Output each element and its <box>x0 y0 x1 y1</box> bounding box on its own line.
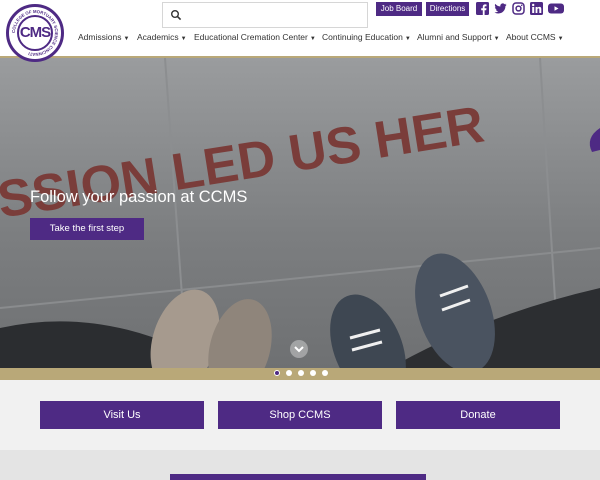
pavement-joint <box>0 247 600 309</box>
linkedin-icon[interactable] <box>530 2 543 15</box>
hero-carousel[interactable]: SSION LED US HER Follow your passion at … <box>0 58 600 380</box>
purple-flourish <box>589 128 600 152</box>
take-first-step-button[interactable]: Take the first step <box>30 218 144 240</box>
nav-label: Admissions <box>78 32 122 42</box>
site-header: COLLEGE OF MORTUARY SCIENCE CINCINNATI C… <box>0 0 600 62</box>
caret-down-icon: ▼ <box>309 36 316 42</box>
nav-about-ccms[interactable]: About CCMS ▼ <box>506 30 564 44</box>
ccms-logo[interactable]: COLLEGE OF MORTUARY SCIENCE CINCINNATI C… <box>6 4 64 62</box>
caret-down-icon: ▼ <box>180 36 187 42</box>
carousel-dot[interactable] <box>274 370 280 376</box>
caret-down-icon: ▼ <box>123 36 130 42</box>
logo-seal: CMS <box>17 15 53 51</box>
nav-academics[interactable]: Academics ▼ <box>137 30 187 44</box>
carousel-dot[interactable] <box>310 370 316 376</box>
job-board-button[interactable]: Job Board <box>376 2 422 16</box>
nav-label: Educational Cremation Center <box>194 32 308 42</box>
nav-label: Continuing Education <box>322 32 403 42</box>
painted-message: SSION LED US HER <box>0 96 488 230</box>
carousel-dot[interactable] <box>286 370 292 376</box>
search-icon[interactable] <box>170 9 182 21</box>
donate-button[interactable]: Donate <box>396 401 560 429</box>
nav-admissions[interactable]: Admissions ▼ <box>78 30 129 44</box>
caret-down-icon: ▼ <box>557 36 564 42</box>
next-section <box>0 450 600 480</box>
twitter-icon[interactable] <box>494 2 507 15</box>
facebook-icon[interactable] <box>476 2 489 15</box>
visit-us-button[interactable]: Visit Us <box>40 401 204 429</box>
nav-label: Alumni and Support <box>417 32 492 42</box>
directions-button[interactable]: Directions <box>426 2 469 16</box>
next-section-button[interactable] <box>170 474 426 480</box>
quick-actions: Visit Us Shop CCMS Donate <box>0 380 600 450</box>
shop-ccms-button[interactable]: Shop CCMS <box>218 401 382 429</box>
instagram-icon[interactable] <box>512 2 525 15</box>
nav-continuing-education[interactable]: Continuing Education ▼ <box>322 30 411 44</box>
nav-label: Academics <box>137 32 179 42</box>
nav-educational-cremation-center[interactable]: Educational Cremation Center ▼ <box>194 30 316 44</box>
logo-monogram: CMS <box>19 24 51 41</box>
caret-down-icon: ▼ <box>404 36 411 42</box>
hero-title: Follow your passion at CCMS <box>30 188 248 206</box>
search-input[interactable] <box>162 2 368 28</box>
nav-alumni-and-support[interactable]: Alumni and Support ▼ <box>417 30 500 44</box>
carousel-dot[interactable] <box>298 370 304 376</box>
nav-label: About CCMS <box>506 32 556 42</box>
caret-down-icon: ▼ <box>493 36 500 42</box>
carousel-dot[interactable] <box>322 370 328 376</box>
youtube-icon[interactable] <box>548 2 564 15</box>
chevron-down-icon[interactable] <box>290 340 308 358</box>
